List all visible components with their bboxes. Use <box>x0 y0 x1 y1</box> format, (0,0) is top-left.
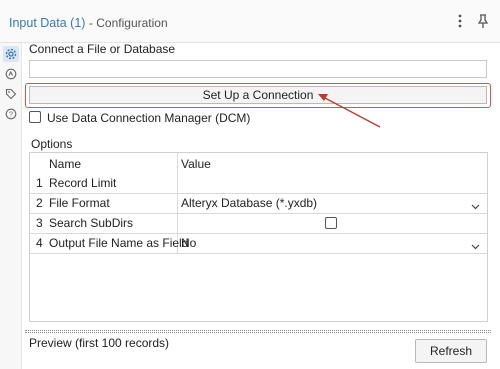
annotation-icon[interactable] <box>3 66 19 82</box>
chevron-down-icon <box>471 239 480 253</box>
option-output-file-name: Output File Name as Field <box>49 236 189 250</box>
column-header-name: Name <box>49 157 82 171</box>
row-number: 3 <box>36 216 43 230</box>
pin-icon[interactable] <box>475 12 491 30</box>
panel-header: Input Data (1) - Configuration <box>0 0 500 43</box>
preview-label: Preview (first 100 records) <box>29 336 170 350</box>
tag-icon[interactable] <box>3 86 19 102</box>
dcm-checkbox[interactable] <box>29 111 41 123</box>
dcm-label: Use Data Connection Manager (DCM) <box>47 111 251 125</box>
side-toolbar: ? <box>0 43 22 369</box>
row-number: 1 <box>36 176 43 190</box>
column-header-value: Value <box>181 157 211 171</box>
chevron-down-icon <box>471 199 480 213</box>
setup-connection-button[interactable]: Set Up a Connection <box>29 86 487 104</box>
file-format-value: Alteryx Database (*.yxdb) <box>181 196 318 210</box>
option-file-format: File Format <box>49 196 110 210</box>
connection-input[interactable] <box>29 60 487 78</box>
row-number: 2 <box>36 196 43 210</box>
panel-title: Input Data (1) - Configuration <box>9 16 168 30</box>
grid-row-divider <box>30 213 487 214</box>
connect-label: Connect a File or Database <box>29 42 176 56</box>
gear-icon[interactable] <box>3 46 19 62</box>
svg-text:?: ? <box>9 112 13 119</box>
output-file-name-value: No <box>181 236 197 250</box>
file-format-select[interactable]: Alteryx Database (*.yxdb) <box>178 194 486 212</box>
tool-name: Input Data (1) <box>9 16 86 30</box>
refresh-button[interactable]: Refresh <box>415 339 487 363</box>
option-record-limit: Record Limit <box>49 176 117 190</box>
option-search-subdirs: Search SubDirs <box>49 216 134 230</box>
options-label: Options <box>31 137 73 151</box>
more-options-icon[interactable] <box>452 12 468 30</box>
record-limit-field[interactable] <box>178 174 486 192</box>
help-icon[interactable]: ? <box>3 106 19 122</box>
options-grid: Name Value 1 Record Limit 2 File Format … <box>29 152 488 322</box>
grid-row-divider <box>30 253 487 254</box>
search-subdirs-checkbox[interactable] <box>325 217 337 229</box>
row-number: 4 <box>36 236 43 250</box>
resize-splitter[interactable] <box>25 330 491 333</box>
panel-subtitle: - Configuration <box>88 16 168 30</box>
output-file-name-select[interactable]: No <box>178 234 486 252</box>
